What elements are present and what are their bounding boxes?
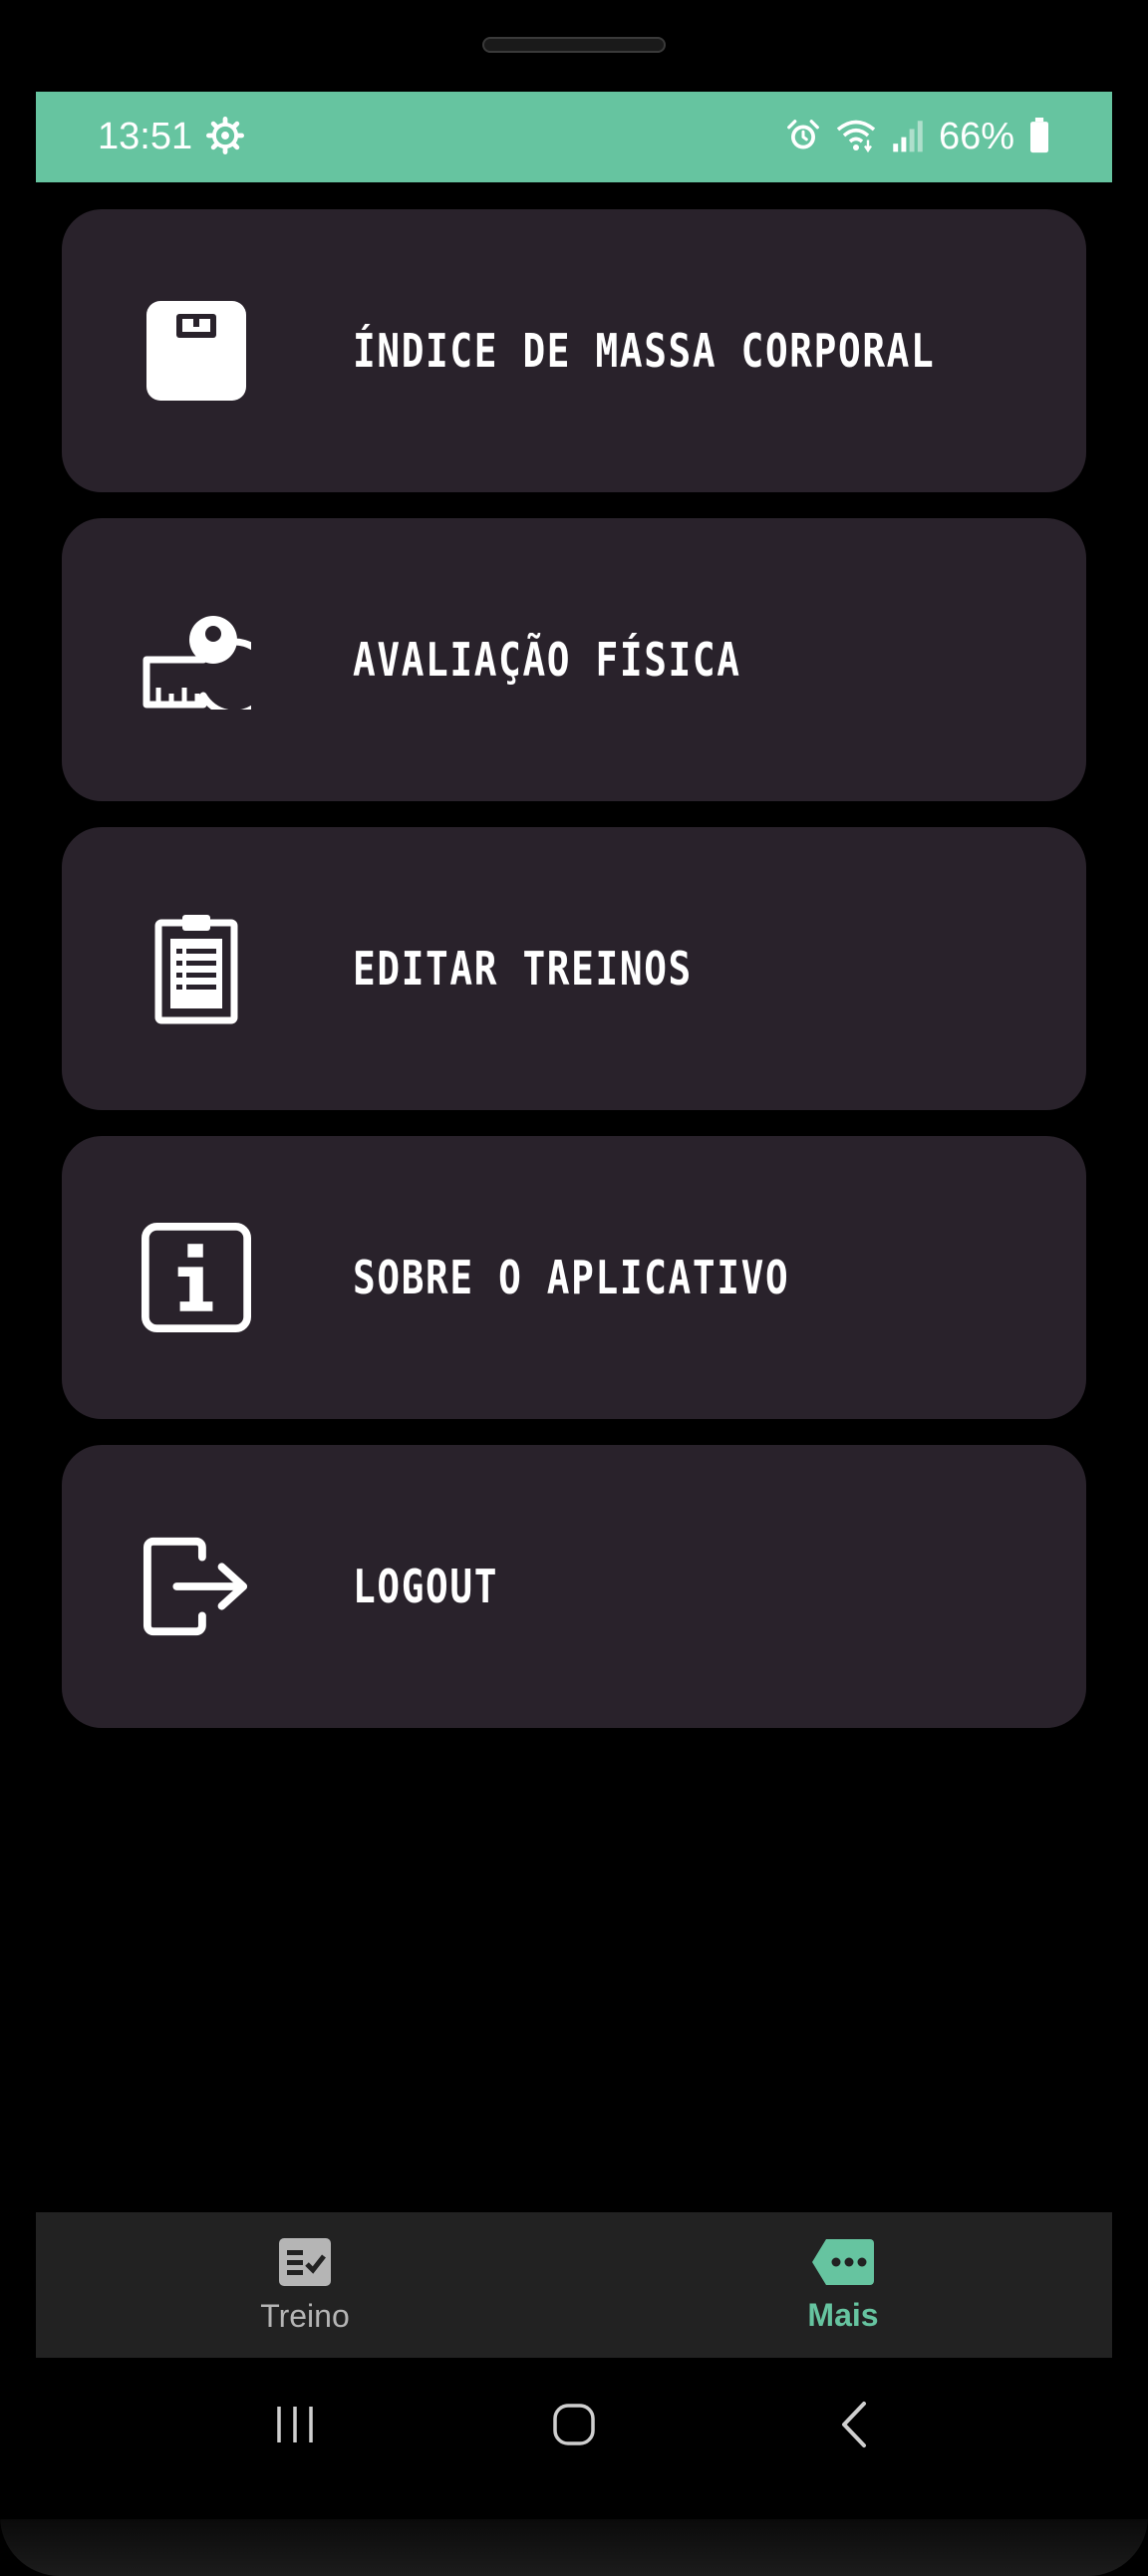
system-navigation-bar [36,2358,1112,2491]
home-button[interactable] [534,2385,614,2464]
wifi-icon [835,118,877,157]
menu-item-label: SOBRE O APLICATIVO [353,1251,790,1304]
nav-tab-label: Mais [807,2296,879,2333]
nav-tab-treino[interactable]: Treino [36,2212,574,2358]
speaker-grille [482,37,666,53]
back-button[interactable] [813,2385,893,2464]
recent-apps-button[interactable] [255,2385,335,2464]
bottom-navigation: Treino Mais [36,2212,1112,2358]
menu-item-label: EDITAR TREINOS [353,942,693,996]
bottom-bezel [0,2519,1148,2576]
logout-icon [142,1532,251,1641]
menu-item-label: ÍNDICE DE MASSA CORPORAL [353,324,936,378]
more-menu-screen: ÍNDICE DE MASSA CORPORAL AVALIAÇÃO FÍSIC… [36,182,1112,2212]
menu-item-label: LOGOUT [353,1560,499,1613]
alarm-icon [785,118,821,157]
settings-gear-icon [206,116,245,158]
menu-item-bmi[interactable]: ÍNDICE DE MASSA CORPORAL [62,209,1086,492]
signal-icon [891,118,925,157]
nav-tab-mais[interactable]: Mais [574,2212,1112,2358]
menu-item-edit-workouts[interactable]: EDITAR TREINOS [62,827,1086,1110]
menu-item-physical-assessment[interactable]: AVALIAÇÃO FÍSICA [62,518,1086,801]
home-icon [553,2404,595,2445]
scale-icon [142,296,251,406]
battery-percent: 66% [938,116,1014,157]
status-bar: 13:51 66% [36,92,1112,182]
recent-apps-icon [277,2407,313,2442]
menu-item-about-app[interactable]: SOBRE O APLICATIVO [62,1136,1086,1419]
back-chevron-icon [842,2402,866,2447]
status-right: 66% [785,116,1050,158]
more-tag-icon [810,2237,876,2291]
status-left: 13:51 [98,116,245,158]
nav-tab-label: Treino [260,2297,350,2334]
battery-icon [1028,117,1050,157]
info-icon [142,1223,251,1332]
checklist-icon [277,2236,333,2292]
clipboard-list-icon [142,914,251,1024]
measuring-tape-icon [142,605,251,715]
phone-frame: 13:51 66% ÍNDICE DE MASSA CORPORAL AVALI… [0,0,1148,2576]
status-time: 13:51 [98,116,193,157]
menu-item-label: AVALIAÇÃO FÍSICA [353,633,741,687]
menu-item-logout[interactable]: LOGOUT [62,1445,1086,1728]
